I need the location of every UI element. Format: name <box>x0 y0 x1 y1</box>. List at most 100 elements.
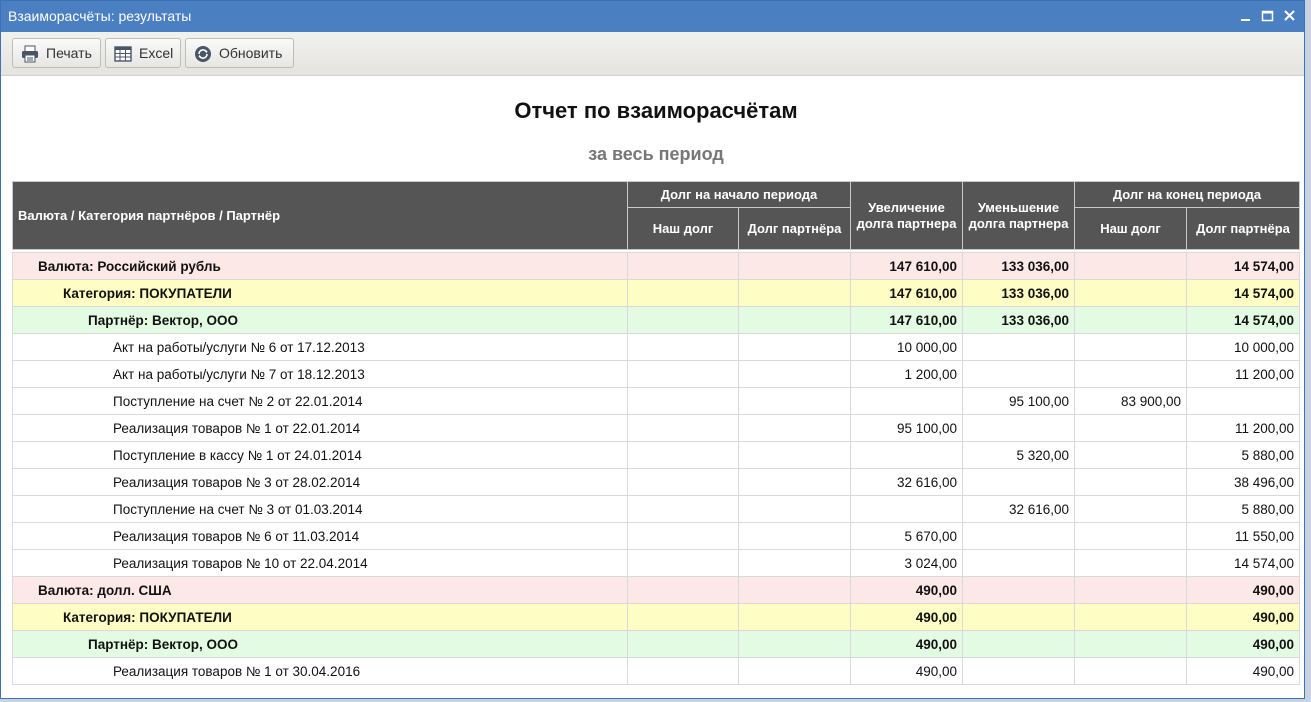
header-end-partner: Долг партнёра <box>1186 207 1300 250</box>
end-our-cell <box>1074 495 1187 523</box>
end-partner-cell: 38 496,00 <box>1186 468 1300 496</box>
increase-cell: 1 200,00 <box>850 360 963 388</box>
window-titlebar[interactable]: Взаиморасчёты: результаты <box>1 1 1304 32</box>
end-our-cell <box>1074 603 1187 631</box>
document-row[interactable]: Поступление в кассу № 1 от 24.01.2014 5 3… <box>12 441 1300 469</box>
increase-cell: 10 000,00 <box>850 333 963 361</box>
start-partner-cell <box>738 387 851 415</box>
decrease-cell: 95 100,00 <box>962 387 1075 415</box>
end-our-cell <box>1074 576 1187 604</box>
start-partner-cell <box>738 468 851 496</box>
refresh-icon <box>194 45 212 63</box>
header-start-partner: Долг партнёра <box>738 207 851 250</box>
end-partner-cell: 5 880,00 <box>1186 495 1300 523</box>
end-partner-cell: 14 574,00 <box>1186 549 1300 577</box>
start-partner-cell <box>738 306 851 334</box>
decrease-cell <box>962 549 1075 577</box>
start-partner-cell <box>738 576 851 604</box>
end-our-cell: 83 900,00 <box>1074 387 1187 415</box>
start-our-cell <box>627 441 739 469</box>
increase-cell <box>850 441 963 469</box>
print-button[interactable]: Печать <box>12 38 101 68</box>
header-decrease: Уменьшение долга партнера <box>962 181 1075 250</box>
end-partner-cell: 14 574,00 <box>1186 306 1300 334</box>
start-partner-cell <box>738 360 851 388</box>
header-start-group: Долг на начало периода <box>627 181 851 208</box>
row-name-cell: Партнёр: Вектор, ООО <box>12 630 628 658</box>
currency-row[interactable]: Валюта: долл. США 490,00 490,00 <box>12 576 1300 604</box>
end-partner-cell: 11 200,00 <box>1186 360 1300 388</box>
start-our-cell <box>627 387 739 415</box>
start-our-cell <box>627 630 739 658</box>
end-our-cell <box>1074 252 1187 280</box>
document-row[interactable]: Поступление на счет № 2 от 22.01.2014 95 … <box>12 387 1300 415</box>
increase-cell: 147 610,00 <box>850 306 963 334</box>
minimize-icon[interactable] <box>1237 6 1255 26</box>
document-row[interactable]: Реализация товаров № 1 от 30.04.2016 490,… <box>12 657 1300 685</box>
row-name-cell: Акт на работы/услуги № 7 от 18.12.2013 <box>12 360 628 388</box>
decrease-cell: 32 616,00 <box>962 495 1075 523</box>
row-name-cell: Валюта: Российский рубль <box>12 252 628 280</box>
report-table: Валюта / Категория партнёров / Партнёр Д… <box>12 181 1300 685</box>
decrease-cell <box>962 333 1075 361</box>
window-title: Взаиморасчёты: результаты <box>8 8 192 24</box>
increase-cell: 147 610,00 <box>850 252 963 280</box>
end-partner-cell: 14 574,00 <box>1186 279 1300 307</box>
document-row[interactable]: Реализация товаров № 3 от 28.02.2014 32 6… <box>12 468 1300 496</box>
start-partner-cell <box>738 630 851 658</box>
report-body: Валюта: Российский рубль 147 610,00 133 03… <box>12 249 1300 685</box>
document-row[interactable]: Акт на работы/услуги № 6 от 17.12.2013 10… <box>12 333 1300 361</box>
excel-button[interactable]: Excel <box>105 38 181 68</box>
row-name-cell: Категория: ПОКУПАТЕЛИ <box>12 279 628 307</box>
end-partner-cell: 11 550,00 <box>1186 522 1300 550</box>
category-row[interactable]: Категория: ПОКУПАТЕЛИ 147 610,00 133 036,0… <box>12 279 1300 307</box>
spreadsheet-icon <box>114 45 132 63</box>
end-our-cell <box>1074 630 1187 658</box>
decrease-cell <box>962 414 1075 442</box>
start-our-cell <box>627 468 739 496</box>
decrease-cell: 133 036,00 <box>962 306 1075 334</box>
end-our-cell <box>1074 549 1187 577</box>
end-partner-cell: 490,00 <box>1186 657 1300 685</box>
decrease-cell <box>962 603 1075 631</box>
partner-row[interactable]: Партнёр: Вектор, ООО 147 610,00 133 036,00… <box>12 306 1300 334</box>
row-name-cell: Реализация товаров № 3 от 28.02.2014 <box>12 468 628 496</box>
start-partner-cell <box>738 657 851 685</box>
document-row[interactable]: Реализация товаров № 6 от 11.03.2014 5 67… <box>12 522 1300 550</box>
document-row[interactable]: Реализация товаров № 10 от 22.04.2014 3 0… <box>12 549 1300 577</box>
start-our-cell <box>627 576 739 604</box>
row-name-cell: Реализация товаров № 6 от 11.03.2014 <box>12 522 628 550</box>
start-partner-cell <box>738 603 851 631</box>
increase-cell: 3 024,00 <box>850 549 963 577</box>
end-our-cell <box>1074 522 1187 550</box>
category-row[interactable]: Категория: ПОКУПАТЕЛИ 490,00 490,00 <box>12 603 1300 631</box>
close-icon[interactable] <box>1281 6 1299 26</box>
decrease-cell <box>962 522 1075 550</box>
end-partner-cell: 490,00 <box>1186 630 1300 658</box>
decrease-cell <box>962 630 1075 658</box>
end-partner-cell: 490,00 <box>1186 576 1300 604</box>
maximize-icon[interactable] <box>1259 6 1277 26</box>
end-our-cell <box>1074 468 1187 496</box>
start-our-cell <box>627 495 739 523</box>
end-our-cell <box>1074 360 1187 388</box>
report-window: Взаиморасчёты: результаты Печать Excel О… <box>0 0 1305 699</box>
increase-cell: 490,00 <box>850 576 963 604</box>
row-name-cell: Реализация товаров № 1 от 22.01.2014 <box>12 414 628 442</box>
currency-row[interactable]: Валюта: Российский рубль 147 610,00 133 03… <box>12 252 1300 280</box>
document-row[interactable]: Акт на работы/услуги № 7 от 18.12.2013 1 … <box>12 360 1300 388</box>
end-partner-cell: 490,00 <box>1186 603 1300 631</box>
increase-cell <box>850 495 963 523</box>
partner-row[interactable]: Партнёр: Вектор, ООО 490,00 490,00 <box>12 630 1300 658</box>
end-partner-cell: 10 000,00 <box>1186 333 1300 361</box>
end-partner-cell: 5 880,00 <box>1186 441 1300 469</box>
end-our-cell <box>1074 441 1187 469</box>
document-row[interactable]: Реализация товаров № 1 от 22.01.2014 95 1… <box>12 414 1300 442</box>
document-row[interactable]: Поступление на счет № 3 от 01.03.2014 32 … <box>12 495 1300 523</box>
refresh-button[interactable]: Обновить <box>185 38 294 68</box>
start-our-cell <box>627 306 739 334</box>
report-content: Отчет по взаиморасчётам за весь период В… <box>1 76 1304 698</box>
row-name-cell: Реализация товаров № 10 от 22.04.2014 <box>12 549 628 577</box>
increase-cell: 147 610,00 <box>850 279 963 307</box>
end-our-cell <box>1074 333 1187 361</box>
